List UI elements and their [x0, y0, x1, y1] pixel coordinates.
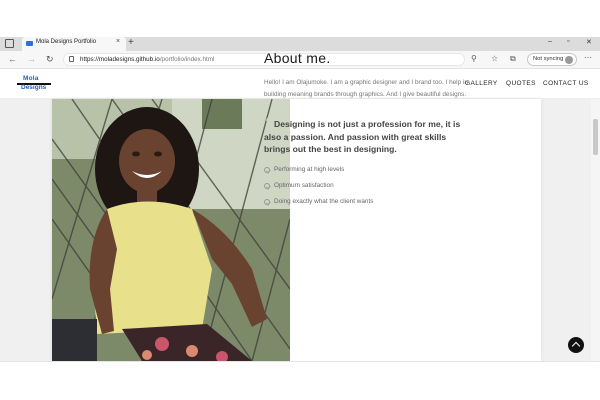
sync-label: Not syncing — [533, 56, 564, 62]
more-icon[interactable]: ⋯ — [584, 53, 592, 62]
page-scrollbar[interactable] — [591, 99, 600, 361]
browser-tab[interactable]: Mola Designs Portfolio × — [22, 37, 126, 51]
back-to-top-button[interactable] — [568, 337, 584, 353]
list-item-label: Optimum satisfaction — [274, 182, 334, 189]
check-circle-icon — [264, 167, 270, 173]
collections-icon[interactable]: ⧉ — [510, 54, 516, 64]
about-title: About me. — [264, 50, 331, 66]
tab-title: Mola Designs Portfolio — [36, 39, 97, 45]
profile-button[interactable]: Not syncing — [527, 53, 577, 66]
read-aloud-icon[interactable]: ⚲ — [471, 54, 477, 63]
favorite-icon[interactable]: ☆ — [491, 54, 498, 63]
url-path: /portfolio/index.html — [159, 56, 215, 63]
list-item-label: Doing exactly what the client wants — [274, 198, 374, 205]
logo-top-text: Mola — [23, 75, 39, 82]
profile-photo — [52, 99, 290, 361]
feature-list: Performing at high levels Optimum satisf… — [264, 166, 373, 214]
check-circle-icon — [264, 183, 270, 189]
tab-strip: Mola Designs Portfolio × + – ▫ ✕ — [0, 37, 600, 51]
list-item: Doing exactly what the client wants — [264, 198, 373, 214]
maximize-icon[interactable]: ▫ — [567, 38, 569, 45]
list-item-label: Performing at high levels — [274, 166, 345, 173]
new-tab-button[interactable]: + — [128, 37, 134, 48]
list-item: Optimum satisfaction — [264, 182, 373, 198]
list-item: Performing at high levels — [264, 166, 373, 182]
lock-icon — [69, 56, 74, 62]
url-text[interactable]: https://moladesigns.github.io/portfolio/… — [80, 56, 214, 63]
nav-quotes[interactable]: QUOTES — [506, 80, 536, 87]
minimize-icon[interactable]: – — [548, 38, 552, 45]
refresh-icon[interactable]: ↻ — [46, 54, 54, 65]
favicon-icon — [26, 41, 33, 46]
site-logo[interactable]: Mola Designs — [17, 75, 51, 91]
top-margin — [0, 0, 600, 37]
tab-close-icon[interactable]: × — [116, 38, 120, 45]
nav-contact-us[interactable]: CONTACT US — [543, 80, 589, 87]
close-window-icon[interactable]: ✕ — [586, 38, 592, 46]
scrollbar-thumb[interactable] — [593, 119, 598, 155]
profile-photo-illustration — [52, 99, 290, 361]
forward-icon[interactable]: → — [27, 54, 36, 64]
about-text: Hello! I am Olajumoke. I am a graphic de… — [264, 79, 468, 98]
about-quote: Designing is not just a profession for m… — [264, 119, 461, 155]
back-icon[interactable]: ← — [8, 54, 17, 64]
url-host: https://moladesigns.github.io — [80, 56, 160, 63]
avatar-icon — [565, 56, 573, 64]
logo-bottom-text: Designs — [21, 84, 47, 91]
tab-actions-icon[interactable] — [5, 39, 14, 48]
check-circle-icon — [264, 199, 270, 205]
bottom-margin — [0, 361, 600, 400]
